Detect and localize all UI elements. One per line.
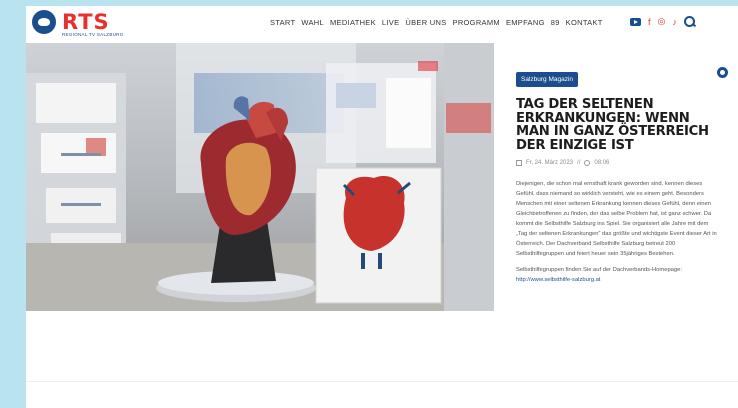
nav-item-ueber-uns[interactable]: ÜBER UNS [405, 18, 446, 27]
youtube-icon[interactable] [630, 17, 641, 26]
homepage-link[interactable]: http://www.selbsthilfe-salzburg.at [516, 277, 600, 283]
article-meta: Fr, 24. März 2023 // 08:06 [516, 160, 716, 166]
nav-item-mediathek[interactable]: MEDIATHEK [330, 18, 376, 27]
site-header: RTS REGIONAL TV SALZBURG START WAHL MEDI… [26, 6, 738, 43]
paragraph-2-text: Selbsthilfegruppen finden Sie auf der Da… [516, 267, 682, 273]
hero-photo-illustration [26, 43, 494, 311]
facebook-icon[interactable]: f [648, 17, 651, 27]
article-hero-image [26, 43, 494, 311]
main-nav: START WAHL MEDIATHEK LIVE ÜBER UNS PROGR… [270, 18, 603, 27]
article-title: Tag der seltenen Erkrankungen: Wenn man … [516, 97, 709, 153]
logo-eye-icon [32, 10, 56, 34]
article-paragraph-1: Diejenigen, die schon mal ernsthaft kran… [516, 181, 717, 257]
category-badge[interactable]: Salzburg Magazin [516, 72, 579, 87]
nav-item-live[interactable]: LIVE [382, 18, 399, 27]
nav-item-kontakt[interactable]: KONTAKT [566, 18, 603, 27]
instagram-icon[interactable]: ◎ [658, 16, 666, 27]
nav-item-wahl[interactable]: WAHL [301, 18, 324, 27]
meta-separator: // [577, 160, 581, 166]
nav-item-programm[interactable]: PROGRAMM [453, 18, 500, 27]
nav-item-empfang[interactable]: EMPFANG [506, 18, 545, 27]
article-date: Fr, 24. März 2023 [526, 160, 574, 166]
calendar-icon [516, 160, 522, 166]
site-logo[interactable]: RTS REGIONAL TV SALZBURG [32, 10, 142, 40]
article-paragraph-2: Selbsthilfegruppen finden Sie auf der Da… [516, 265, 720, 285]
nav-item-start[interactable]: START [270, 18, 295, 27]
nav-item-89[interactable]: 89 [551, 18, 560, 27]
tiktok-icon[interactable]: ♪ [672, 17, 677, 27]
logo-subtitle: REGIONAL TV SALZBURG [62, 32, 124, 37]
logo-text: RTS [62, 10, 110, 34]
article-body: Diejenigen, die schon mal ernsthaft kran… [516, 179, 720, 285]
clock-icon [584, 160, 591, 166]
page: RTS REGIONAL TV SALZBURG START WAHL MEDI… [26, 6, 738, 408]
share-icon[interactable] [717, 67, 728, 78]
article-time: 08:06 [594, 160, 610, 166]
footer-strip [26, 381, 738, 408]
search-icon[interactable] [683, 16, 695, 27]
article-info-panel: Salzburg Magazin Tag der seltenen Erkran… [494, 43, 738, 408]
social-links: f ◎ ♪ [630, 16, 695, 27]
